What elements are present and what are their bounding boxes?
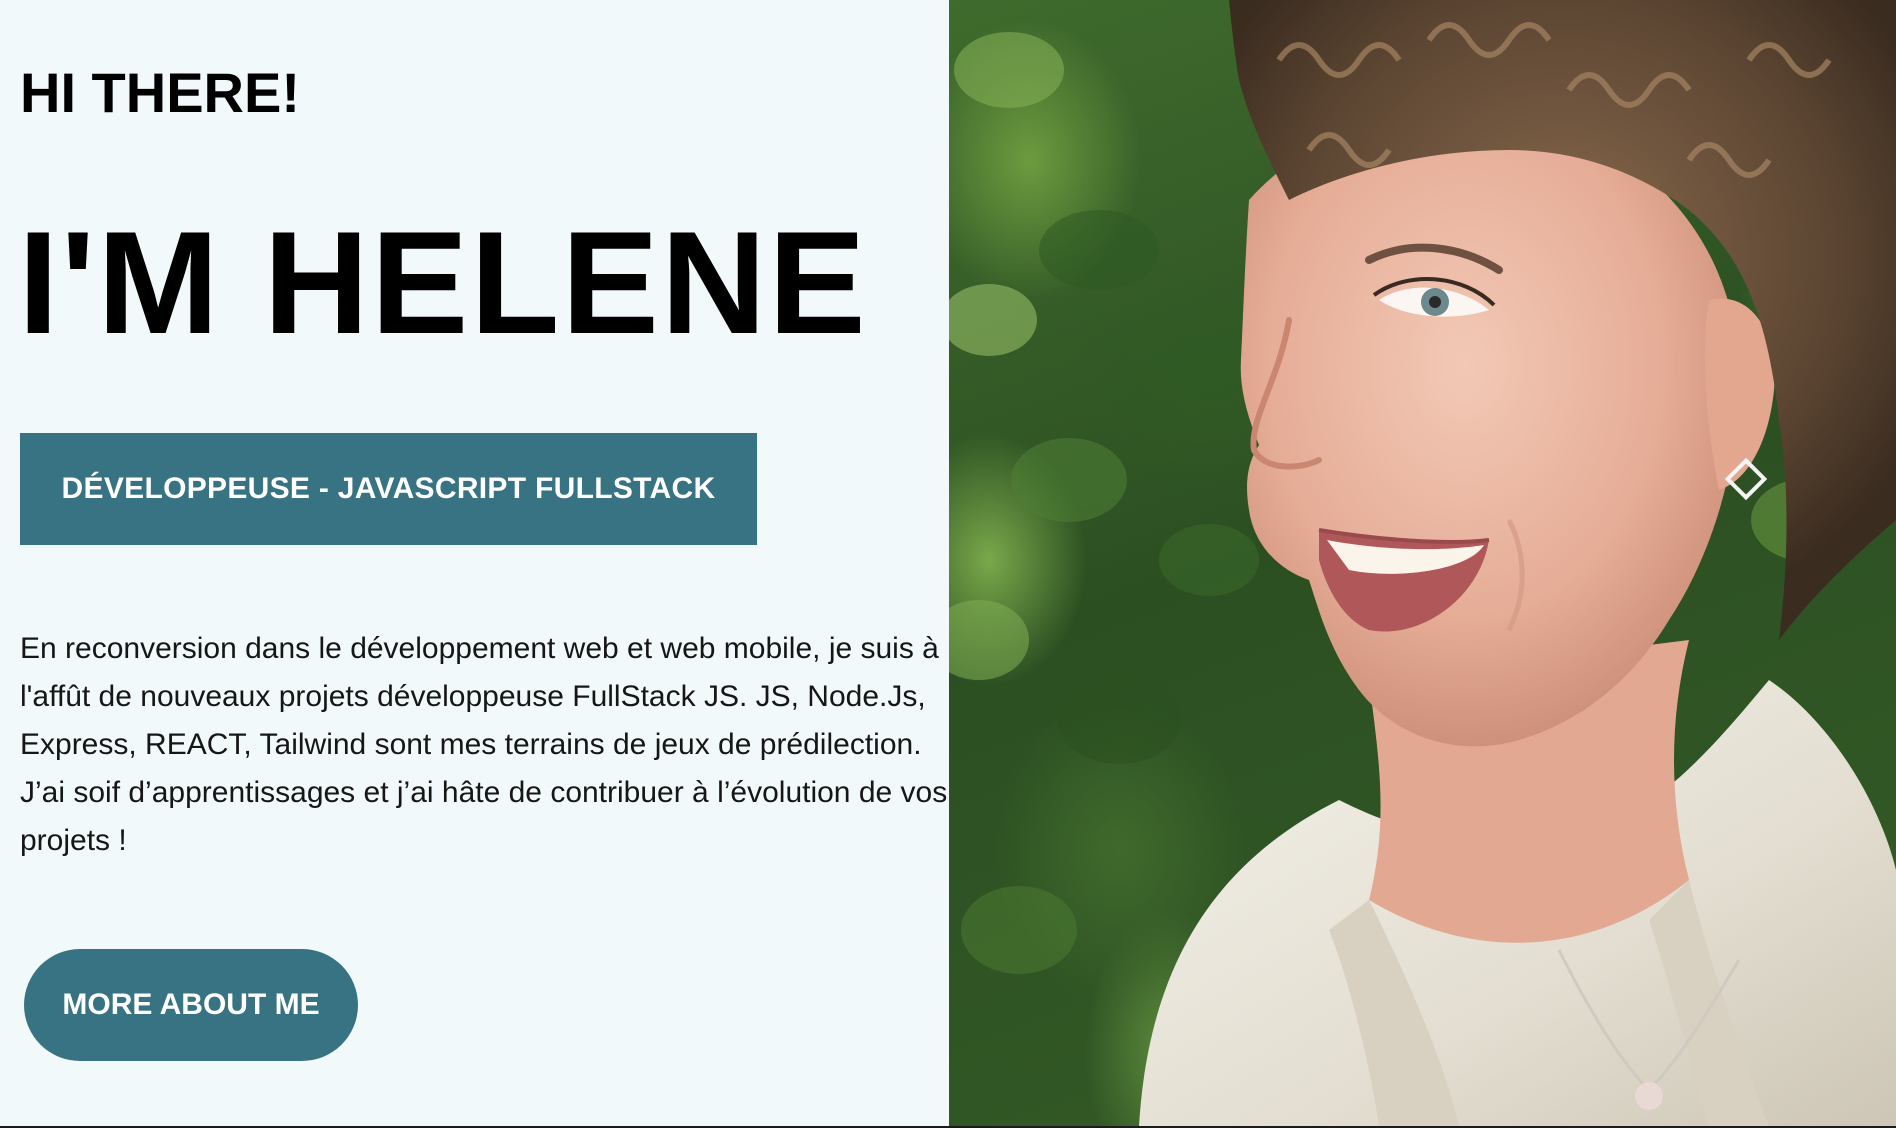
portrait-illustration: [949, 0, 1896, 1126]
role-badge-label: DÉVELOPPEUSE - JAVASCRIPT FULLSTACK: [61, 472, 716, 505]
more-about-me-label: MORE ABOUT ME: [62, 988, 320, 1021]
hero-greeting: HI THERE!: [20, 61, 300, 124]
page: HI THERE! I'M HELENE DÉVELOPPEUSE - JAVA…: [0, 0, 1896, 1128]
intro-paragraph: En reconversion dans le développement we…: [20, 632, 948, 857]
hero-name: I'M HELENE: [18, 201, 868, 364]
hero-section: HI THERE! I'M HELENE DÉVELOPPEUSE - JAVA…: [0, 0, 949, 1126]
portrait-photo: [949, 0, 1896, 1126]
more-about-me-button[interactable]: MORE ABOUT ME: [24, 949, 358, 1061]
role-badge: DÉVELOPPEUSE - JAVASCRIPT FULLSTACK: [20, 433, 757, 545]
